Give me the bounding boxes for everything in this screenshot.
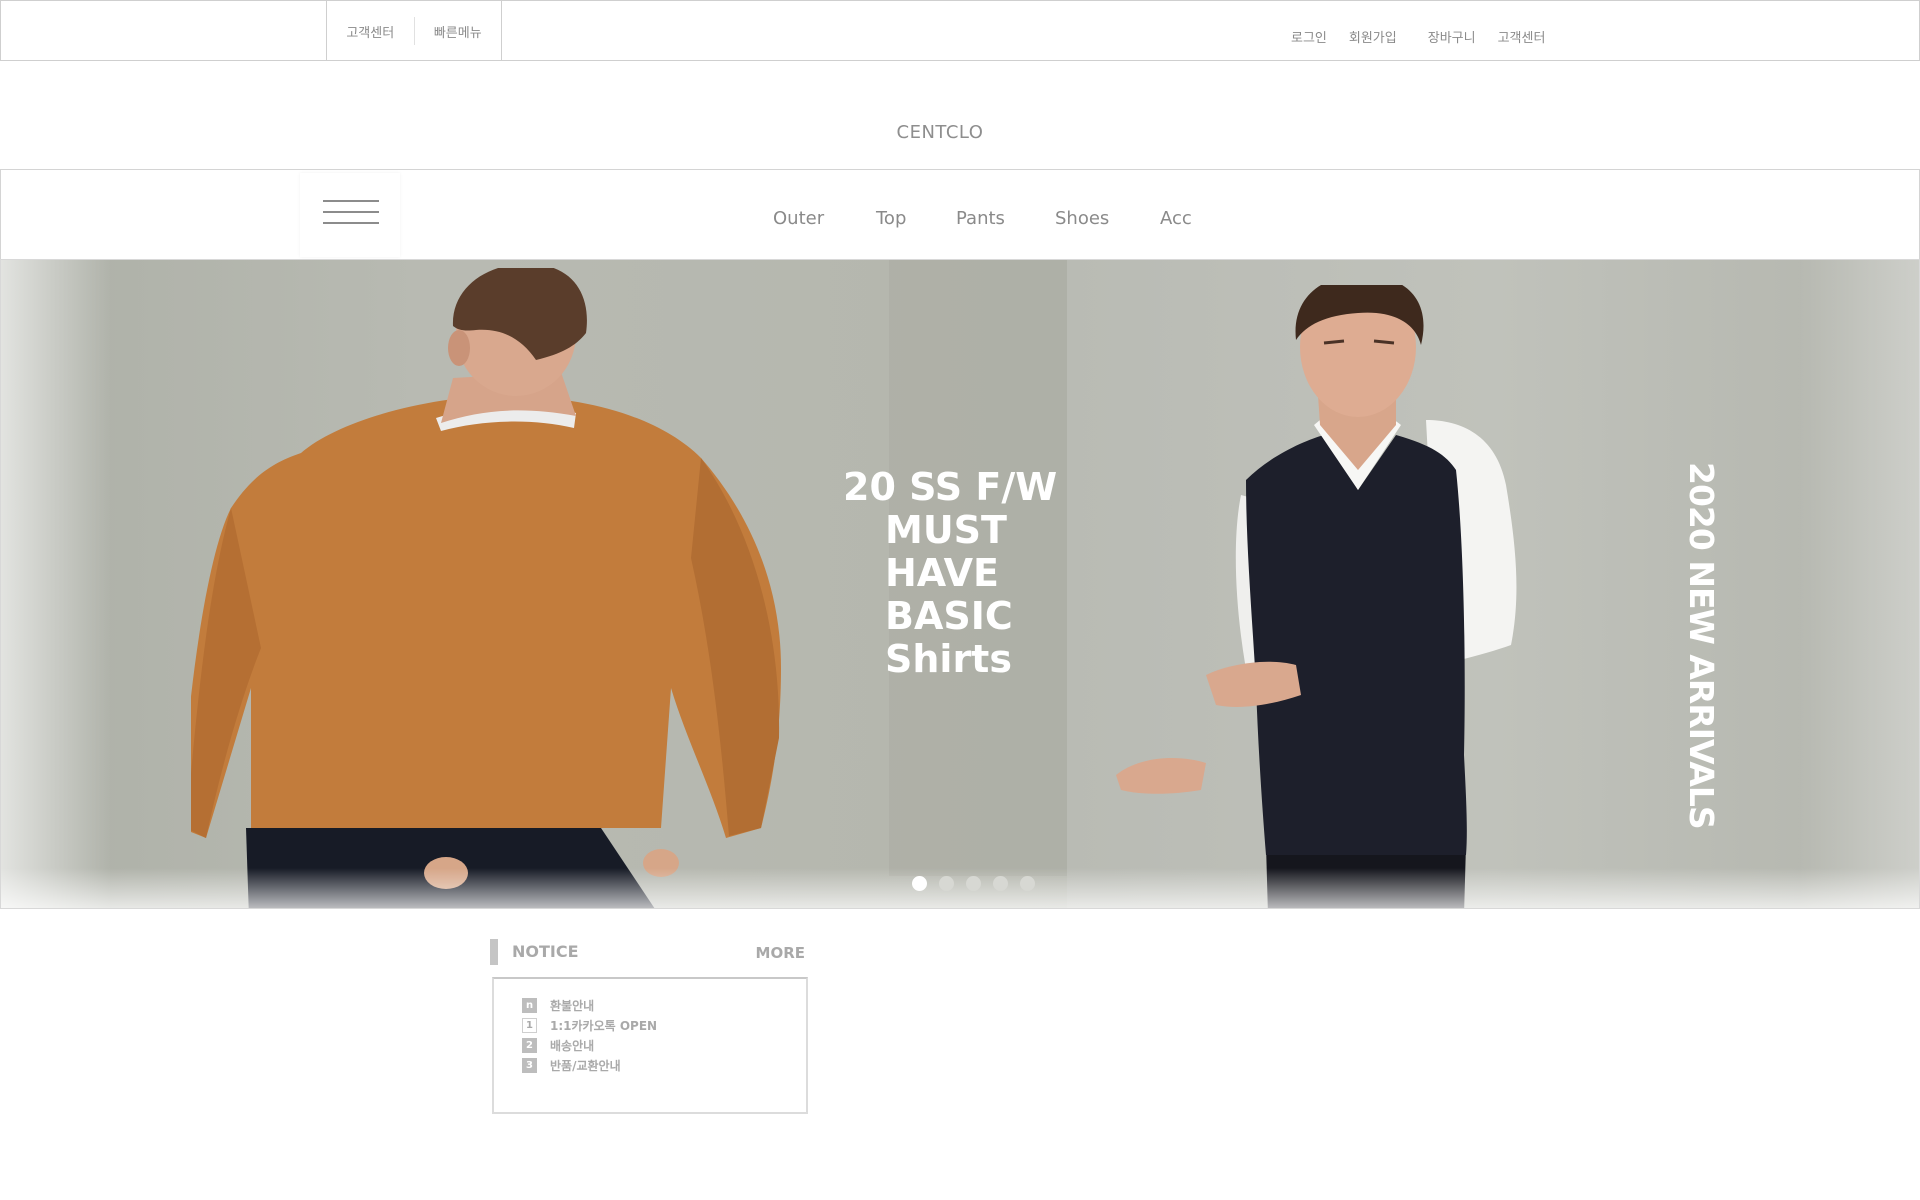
hero-left-fade xyxy=(1,260,111,908)
model-navy-vest-image xyxy=(1116,285,1517,908)
category-menu: Outer Top Pants Shoes Acc xyxy=(1,208,1919,238)
notice-title: NOTICE xyxy=(512,942,579,961)
notice-badge: 2 xyxy=(522,1037,537,1053)
hero-banner[interactable]: 20 SS F/W MUST HAVE BASIC Shirts 2020 NE… xyxy=(0,259,1920,909)
hero-right-fade xyxy=(1799,260,1919,908)
customer-center-link[interactable]: 고객센터 xyxy=(327,22,414,41)
notice-list: n 환불안내 1 1:1카카오톡 OPEN 2 배송안내 3 반품/교환안내 xyxy=(522,995,657,1075)
cart-link[interactable]: 장바구니 xyxy=(1428,27,1476,46)
hero-headline-line: Shirts xyxy=(885,637,1012,681)
notice-accent-bar xyxy=(490,939,498,965)
notice-item-text: 배송안내 xyxy=(550,1038,595,1053)
topbar-left-group: 고객센터 빠른메뉴 xyxy=(326,1,502,61)
notice-more-link[interactable]: MORE xyxy=(756,944,805,962)
hero-headline: 20 SS F/W MUST HAVE BASIC Shirts xyxy=(843,466,1103,681)
top-utility-bar: 고객센터 빠른메뉴 로그인 회원가입 장바구니 고객센터 xyxy=(0,0,1920,61)
nav-item-outer[interactable]: Outer xyxy=(773,208,824,229)
nav-item-pants[interactable]: Pants xyxy=(956,208,1005,229)
list-item[interactable]: n 환불안내 xyxy=(522,995,657,1015)
slider-dot-2[interactable] xyxy=(939,876,954,891)
notice-item-text: 환불안내 xyxy=(550,998,595,1013)
hero-headline-line: MUST xyxy=(885,508,1007,552)
list-item[interactable]: 3 반품/교환안내 xyxy=(522,1055,657,1075)
hero-vertical-caption: 2020 NEW ARRIVALS xyxy=(1682,462,1721,829)
hero-headline-line: HAVE xyxy=(885,551,999,595)
signup-link[interactable]: 회원가입 xyxy=(1349,27,1397,46)
notice-item-text: 반품/교환안내 xyxy=(550,1058,621,1073)
nav-item-acc[interactable]: Acc xyxy=(1160,208,1192,229)
list-item[interactable]: 2 배송안내 xyxy=(522,1035,657,1055)
model-orange-sweater-image xyxy=(191,268,781,908)
slider-dot-5[interactable] xyxy=(1020,876,1035,891)
site-logo[interactable]: CENTCLO xyxy=(0,122,1880,143)
customer-center-link-right[interactable]: 고객센터 xyxy=(1498,27,1546,46)
notice-header: NOTICE MORE xyxy=(490,937,810,979)
hero-headline-line: BASIC xyxy=(885,594,1013,638)
notice-panel: NOTICE MORE n 환불안내 1 1:1카카오톡 OPEN 2 배송안내… xyxy=(490,937,810,1117)
notice-item-text: 1:1카카오톡 OPEN xyxy=(550,1018,658,1033)
slider-dot-3[interactable] xyxy=(966,876,981,891)
slider-dot-4[interactable] xyxy=(993,876,1008,891)
hero-headline-line: 20 SS F/W xyxy=(843,465,1058,509)
main-nav-bar: Outer Top Pants Shoes Acc xyxy=(0,169,1920,260)
topbar-right-group: 로그인 회원가입 장바구니 고객센터 xyxy=(1291,27,1567,46)
notice-badge: n xyxy=(522,997,537,1013)
slider-dot-1[interactable] xyxy=(912,876,927,891)
notice-body: n 환불안내 1 1:1카카오톡 OPEN 2 배송안내 3 반품/교환안내 xyxy=(492,977,808,1114)
notice-badge: 3 xyxy=(522,1057,537,1073)
login-link[interactable]: 로그인 xyxy=(1291,27,1327,46)
slider-pagination xyxy=(912,876,1047,891)
nav-item-shoes[interactable]: Shoes xyxy=(1055,208,1109,229)
nav-item-top[interactable]: Top xyxy=(876,208,906,229)
quick-menu-link[interactable]: 빠른메뉴 xyxy=(415,22,502,41)
notice-badge: 1 xyxy=(522,1017,537,1033)
list-item[interactable]: 1 1:1카카오톡 OPEN xyxy=(522,1015,657,1035)
